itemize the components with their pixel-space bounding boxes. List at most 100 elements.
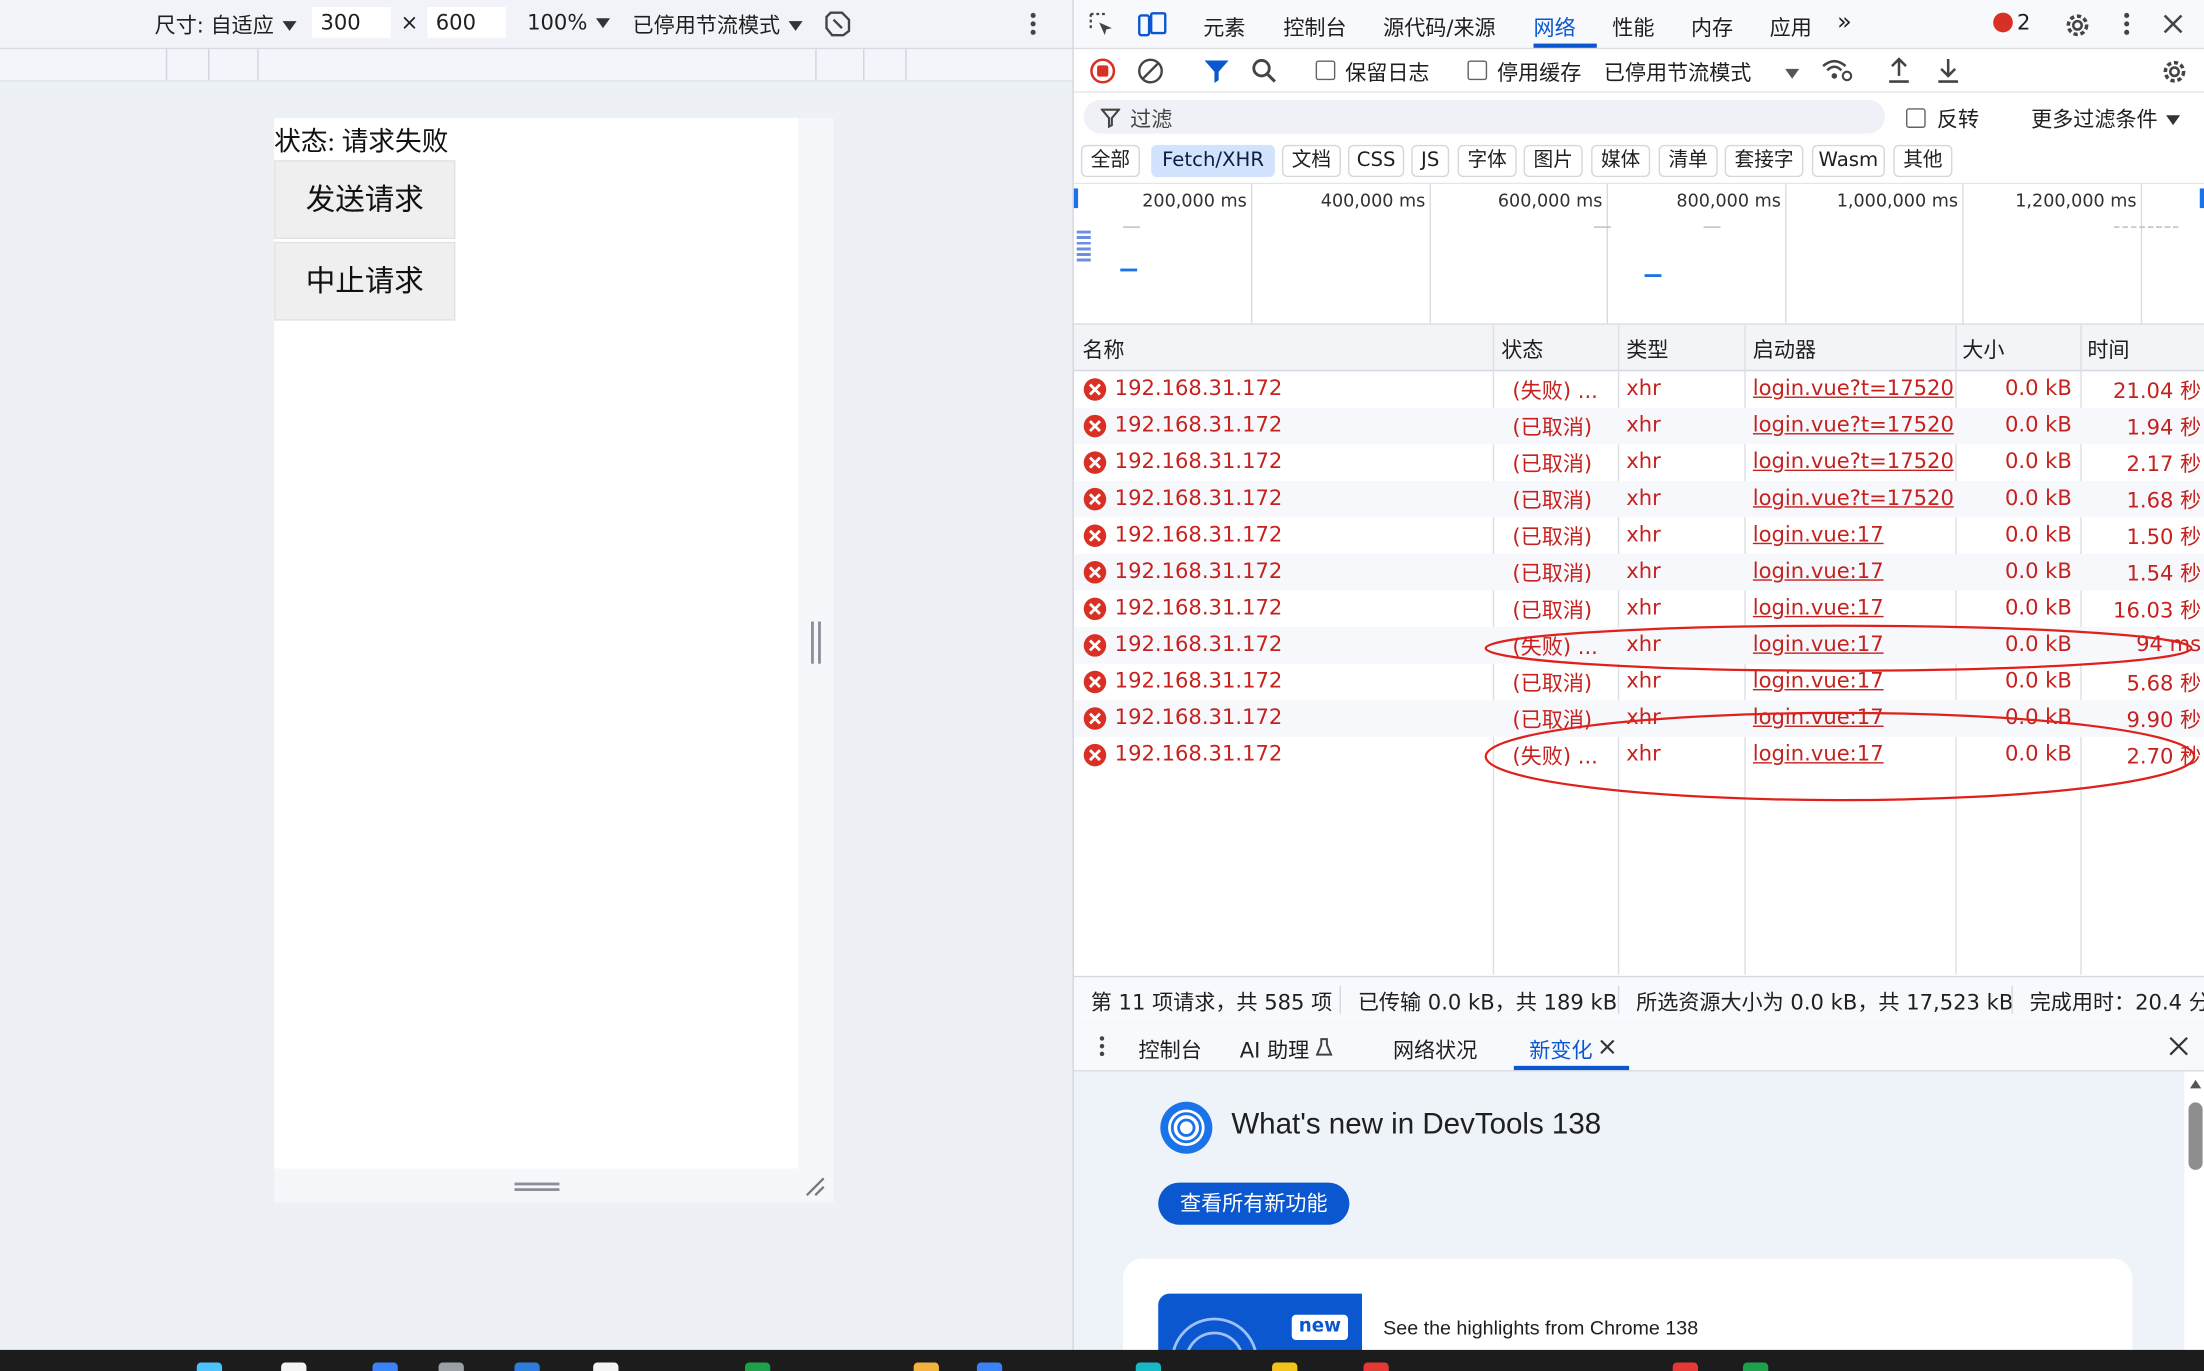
more-options-icon[interactable]	[1028, 11, 1039, 36]
drawer-tab-whats-new[interactable]: 新变化	[1529, 1035, 1592, 1065]
column-header-status[interactable]: 状态	[1501, 335, 1543, 365]
type-filter-doc[interactable]: 文档	[1281, 144, 1341, 178]
element-picker-icon[interactable]	[1088, 11, 1116, 39]
drawer-tab-ai-assistance[interactable]: AI 助理	[1240, 1035, 1310, 1065]
tab-console[interactable]: 控制台	[1283, 13, 1346, 43]
taskbar-app-icon[interactable]	[1672, 1362, 1698, 1371]
rotate-icon[interactable]	[822, 8, 853, 39]
column-header-initiator[interactable]: 启动器	[1753, 335, 1816, 365]
request-initiator[interactable]: login.vue:17	[1753, 522, 1954, 547]
type-filter-wasm[interactable]: Wasm	[1811, 144, 1885, 178]
tab-sources[interactable]: 源代码/来源	[1383, 13, 1496, 43]
more-filters-dropdown[interactable]: 更多过滤条件	[2031, 104, 2181, 134]
abort-request-button[interactable]: 中止请求	[274, 241, 456, 321]
taskbar-app-icon[interactable]	[913, 1362, 939, 1371]
corner-resize-icon[interactable]	[804, 1176, 826, 1198]
search-icon[interactable]	[1251, 58, 1278, 85]
network-conditions-icon[interactable]	[1820, 56, 1854, 84]
dimensions-dropdown[interactable]: 尺寸: 自适应	[155, 10, 297, 40]
annotation-ellipse	[1484, 624, 2193, 672]
tab-performance[interactable]: 性能	[1612, 13, 1654, 43]
type-filter-socket[interactable]: 套接字	[1724, 144, 1804, 178]
table-row[interactable]: 192.168.31.172 (已取消) xhr login.vue?t=175204…	[1073, 480, 2204, 518]
taskbar-app-icon[interactable]	[438, 1362, 464, 1371]
column-header-name[interactable]: 名称	[1082, 335, 1124, 365]
scroll-up-icon[interactable]	[2189, 1079, 2202, 1089]
stop-recording-icon[interactable]	[1089, 58, 1116, 85]
table-row[interactable]: 192.168.31.172 (已取消) xhr login.vue:17 0.0 kB…	[1073, 554, 2204, 591]
network-throttle-dropdown[interactable]: 已停用节流模式	[1604, 58, 1800, 88]
table-row[interactable]: 192.168.31.172 (已取消) xhr login.vue:17 0.0 kB…	[1074, 517, 2204, 554]
column-header-time[interactable]: 时间	[2087, 335, 2129, 365]
taskbar-app-icon[interactable]	[281, 1362, 307, 1371]
type-filter-fetch-xhr[interactable]: Fetch/XHR	[1151, 144, 1275, 178]
close-tab-icon[interactable]	[1600, 1039, 1615, 1054]
taskbar-app-icon[interactable]	[1135, 1362, 1162, 1371]
invert-checkbox[interactable]	[1906, 108, 1926, 128]
request-initiator[interactable]: login.vue?t=175204	[1753, 412, 1954, 437]
taskbar-app-icon[interactable]	[1363, 1362, 1389, 1371]
start-icon[interactable]	[196, 1362, 223, 1371]
taskbar-app-icon[interactable]	[976, 1362, 1003, 1371]
request-initiator[interactable]: login.vue?t=175204	[1753, 375, 1954, 400]
request-initiator[interactable]: login.vue?t=175204	[1753, 485, 1954, 510]
height-input[interactable]: 600	[427, 7, 507, 38]
column-header-size[interactable]: 大小	[1962, 335, 2004, 365]
type-filter-img[interactable]: 图片	[1523, 144, 1583, 178]
bottom-resize-grip[interactable]	[514, 1182, 560, 1192]
tab-memory[interactable]: 内存	[1691, 13, 1733, 43]
throttle-dropdown[interactable]: 已停用节流模式	[633, 10, 803, 40]
overview-window-start-handle[interactable]	[1073, 188, 1079, 209]
preserve-log-checkbox[interactable]	[1315, 60, 1336, 81]
device-toggle-icon[interactable]	[1137, 11, 1168, 39]
error-count[interactable]: 2	[2017, 10, 2030, 35]
zoom-dropdown[interactable]: 100%	[527, 10, 610, 35]
type-filter-font[interactable]: 字体	[1457, 144, 1517, 178]
taskbar-app-icon[interactable]	[593, 1362, 619, 1371]
width-input[interactable]: 300	[312, 7, 391, 38]
type-filter-js[interactable]: JS	[1411, 144, 1450, 178]
more-tabs-chevron-icon[interactable]: »	[1837, 8, 1852, 36]
vertical-scrollbar[interactable]	[2184, 1071, 2204, 1350]
taskbar-app-icon[interactable]	[514, 1362, 540, 1371]
network-overview-timeline[interactable]: 200,000 ms 400,000 ms 600,000 ms 800,000…	[1073, 184, 2204, 325]
pane-resize-handle[interactable]	[811, 621, 821, 664]
drawer-menu-icon[interactable]	[1098, 1035, 1106, 1057]
table-row[interactable]: 192.168.31.172 (已取消) xhr login.vue?t=175204…	[1073, 407, 2204, 445]
overview-window-end-handle[interactable]	[2199, 188, 2204, 209]
request-initiator[interactable]: login.vue?t=175204	[1753, 449, 1954, 474]
type-filter-other[interactable]: 其他	[1893, 144, 1953, 178]
taskbar-app-icon[interactable]	[744, 1362, 771, 1371]
type-filter-css[interactable]: CSS	[1347, 144, 1405, 178]
filter-input[interactable]: 过滤	[1083, 99, 1885, 134]
type-filter-manifest[interactable]: 清单	[1658, 144, 1718, 178]
export-har-icon[interactable]	[1936, 56, 1961, 84]
tab-network[interactable]: 网络	[1534, 13, 1576, 43]
scrollbar-thumb[interactable]	[2188, 1102, 2203, 1170]
disable-cache-checkbox[interactable]	[1467, 60, 1488, 81]
filter-icon[interactable]	[1203, 58, 1230, 85]
table-row[interactable]: 192.168.31.172 (失败) ... xhr login.vue?t=175…	[1074, 371, 2204, 408]
table-row[interactable]: 192.168.31.172 (已取消) xhr login.vue?t=175204…	[1074, 444, 2204, 481]
request-initiator[interactable]: login.vue:17	[1753, 558, 1954, 583]
customize-menu-icon[interactable]	[2121, 11, 2132, 36]
drawer-tab-console[interactable]: 控制台	[1139, 1035, 1202, 1065]
close-devtools-icon[interactable]	[2162, 13, 2184, 35]
settings-gear-icon[interactable]	[2062, 10, 2093, 41]
type-filter-media[interactable]: 媒体	[1591, 144, 1651, 178]
send-request-button[interactable]: 发送请求	[274, 160, 456, 240]
tab-application[interactable]: 应用	[1770, 13, 1812, 43]
import-har-icon[interactable]	[1886, 56, 1911, 84]
network-settings-icon[interactable]	[2159, 56, 2190, 87]
close-drawer-icon[interactable]	[2169, 1036, 2189, 1056]
clear-log-icon[interactable]	[1137, 58, 1164, 85]
tab-elements[interactable]: 元素	[1203, 13, 1245, 43]
taskbar-app-icon[interactable]	[372, 1362, 398, 1371]
type-filter-all[interactable]: 全部	[1080, 144, 1140, 178]
drawer-tab-network-conditions[interactable]: 网络状况	[1393, 1035, 1477, 1065]
column-header-type[interactable]: 类型	[1626, 335, 1668, 365]
taskbar-app-icon[interactable]	[1272, 1362, 1298, 1371]
request-initiator[interactable]: login.vue:17	[1753, 595, 1954, 620]
taskbar-app-icon[interactable]	[1742, 1362, 1769, 1371]
see-all-features-button[interactable]: 查看所有新功能	[1158, 1182, 1350, 1225]
